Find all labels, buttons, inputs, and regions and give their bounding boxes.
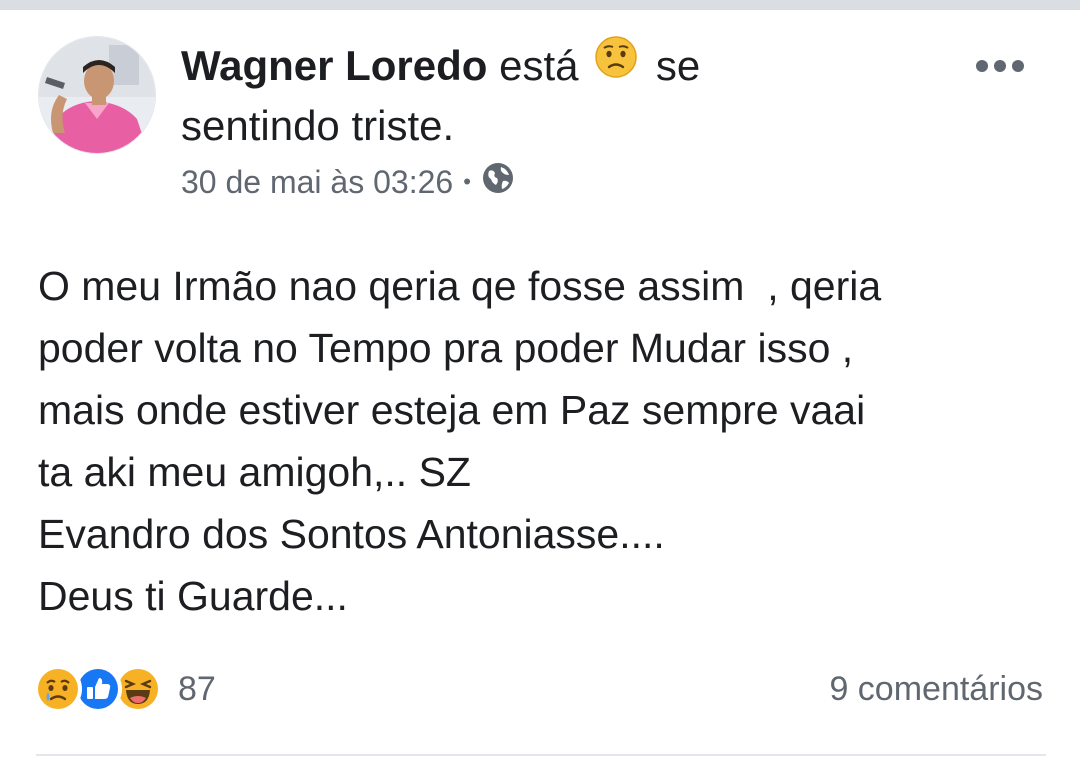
author-name[interactable]: Wagner Loredo (181, 42, 487, 89)
post-timestamp[interactable]: 30 de mai às 03:26 (181, 164, 453, 201)
globe-icon (481, 161, 515, 203)
meta-separator: • (463, 169, 471, 194)
avatar[interactable] (38, 36, 156, 154)
post-body-line: Evandro dos Sontos Antoniasse.... (38, 511, 665, 557)
sad-face-icon (594, 35, 638, 95)
post-body-line: poder volta no Tempo pra poder Mudar iss… (38, 325, 854, 371)
post-body: O meu Irmão nao qeria qe fosse assim , q… (38, 255, 1048, 627)
post-card: Wagner Loredo está se sentindo triste. 3… (0, 0, 1080, 768)
comments-count-link[interactable]: 9 comentários (829, 670, 1043, 709)
avatar-image (39, 37, 155, 153)
feeling-line2: sentindo triste. (181, 102, 455, 149)
post-meta: 30 de mai às 03:26 • (181, 160, 515, 204)
post-body-line: O meu Irmão nao qeria qe fosse assim , q… (38, 263, 882, 309)
more-dot-icon (994, 60, 1006, 72)
reaction-count: 87 (178, 669, 216, 708)
post-body-line: Deus ti Guarde... (38, 573, 348, 619)
more-dot-icon (1012, 60, 1024, 72)
post-body-line: mais onde estiver esteja em Paz sempre v… (38, 387, 866, 433)
feeling-prefix: está (499, 42, 579, 89)
sad-reaction-icon (34, 665, 82, 713)
more-options-button[interactable] (968, 44, 1032, 88)
divider (36, 754, 1046, 756)
reactions-summary[interactable]: 87 (34, 664, 216, 714)
feeling-suffix: se (655, 42, 701, 89)
post-body-line: ta aki meu amigoh,.. SZ (38, 449, 471, 495)
more-dot-icon (976, 60, 988, 72)
post-header: Wagner Loredo está se sentindo triste. (181, 36, 941, 156)
